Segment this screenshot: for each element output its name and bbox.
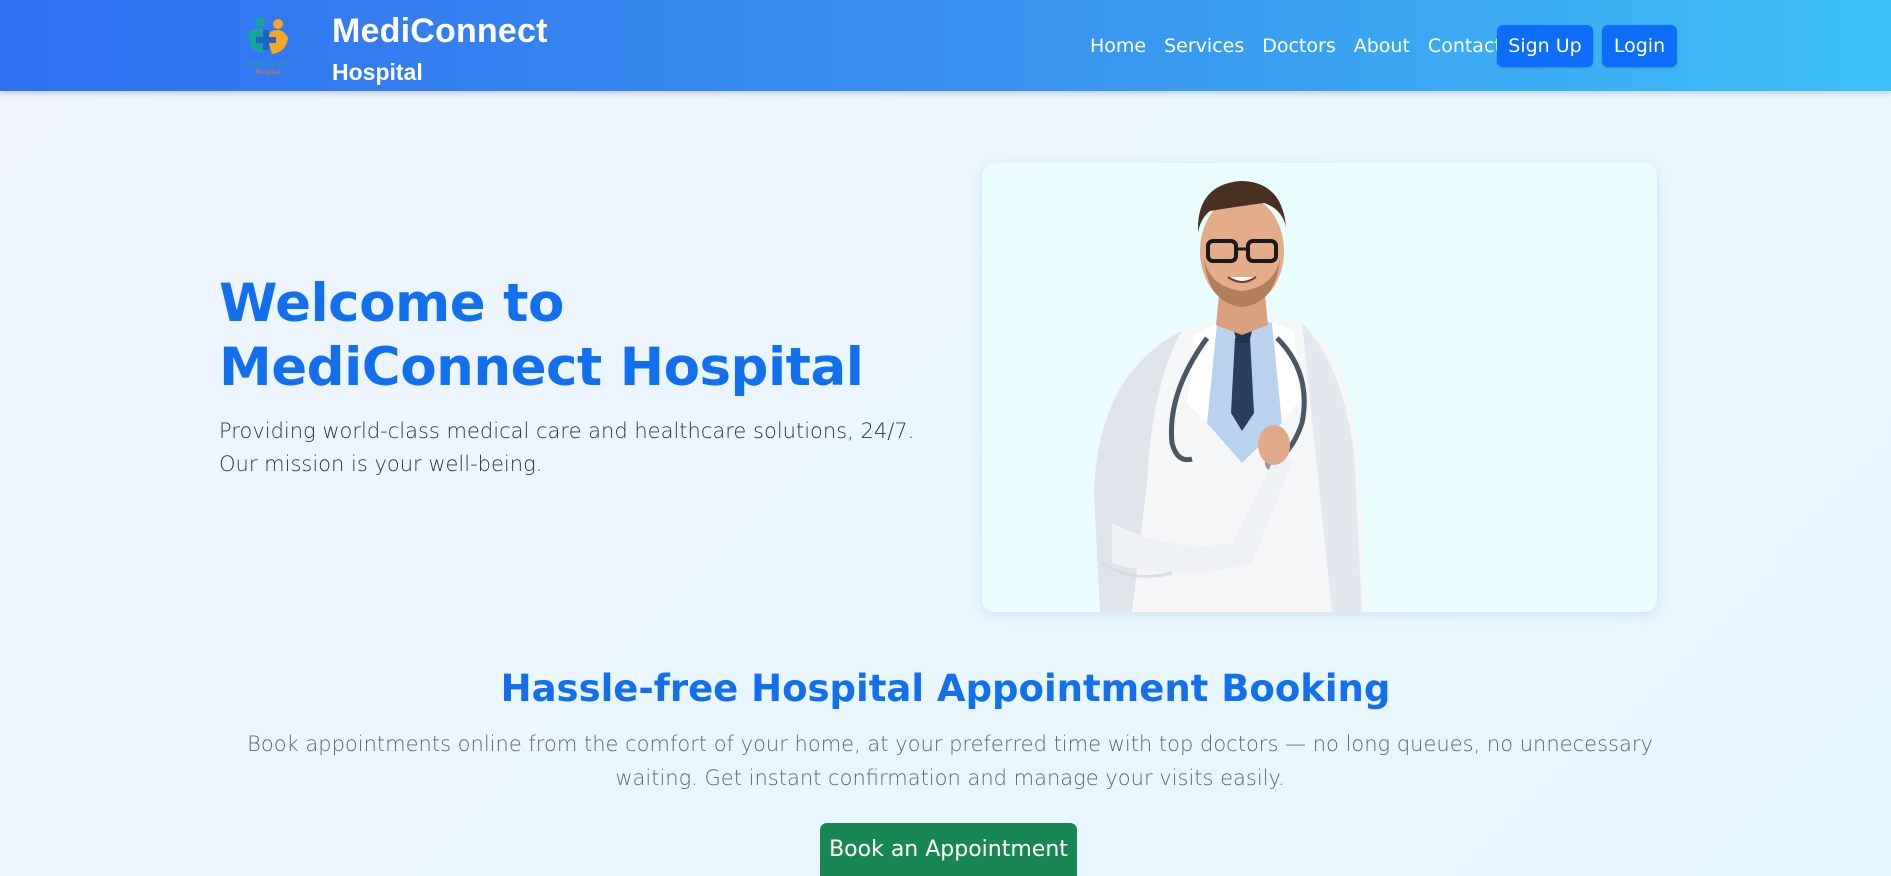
hero-title: Welcome to MediConnect Hospital xyxy=(219,273,864,398)
booking-description: Book appointments online from the comfor… xyxy=(247,732,1653,790)
nav-link-home[interactable]: Home xyxy=(1090,35,1146,57)
hospital-logo[interactable]: MediConnect Hospital xyxy=(238,10,298,80)
brand-subtitle: Hospital xyxy=(332,59,423,85)
doctor-portrait xyxy=(1094,181,1367,612)
book-appointment-button[interactable]: Book an Appointment xyxy=(820,823,1077,876)
nav-links: Home Services Doctors About Contact xyxy=(1090,35,1520,57)
navbar: MediConnect Hospital MediConnect Hospita… xyxy=(0,0,1891,91)
booking-title: Hassle-free Hospital Appointment Booking xyxy=(500,667,1391,710)
nav-link-about[interactable]: About xyxy=(1354,35,1410,57)
logo-subtext: Hospital xyxy=(255,69,281,76)
hero-image-card xyxy=(982,163,1657,612)
signup-button[interactable]: Sign Up xyxy=(1497,25,1593,67)
medical-cross-icon: MediConnect Hospital xyxy=(244,17,292,76)
hero-description: Providing world-class medical care and h… xyxy=(219,419,915,476)
login-button[interactable]: Login xyxy=(1602,25,1677,67)
nav-link-doctors[interactable]: Doctors xyxy=(1262,35,1336,57)
logo-text: MediConnect xyxy=(244,60,292,68)
nav-link-contact[interactable]: Contact xyxy=(1428,35,1502,57)
nav-link-services[interactable]: Services xyxy=(1164,35,1244,57)
brand-name[interactable]: MediConnect xyxy=(332,12,548,51)
